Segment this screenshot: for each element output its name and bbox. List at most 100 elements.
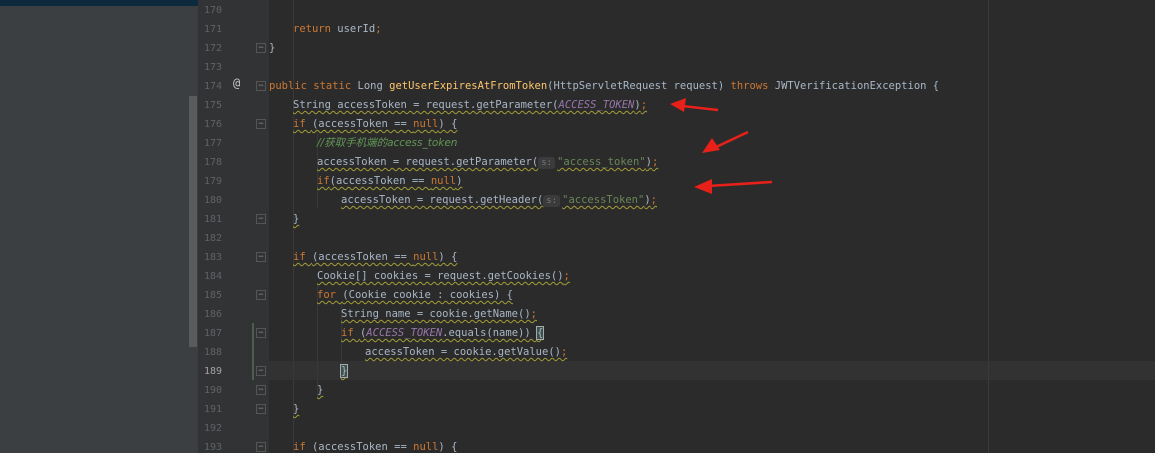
code-token: "access_token" — [557, 156, 646, 168]
editor-gutter[interactable]: 170 171 172 − 173 174 − 175 176 − 177 178 179 180 181 −… — [199, 0, 269, 453]
gutter-row[interactable]: 185 − — [199, 286, 269, 305]
fold-minus-icon[interactable]: − — [256, 442, 266, 452]
gutter-row[interactable]: 180 — [199, 191, 269, 210]
code-line[interactable]: } — [269, 39, 275, 58]
code-line[interactable]: accessToken = request.getHeader(s: "acces… — [341, 191, 657, 210]
code-token: JWTVerificationException { — [774, 80, 940, 92]
code-text: accessToken = request.getParameter(s: "ac… — [317, 156, 659, 169]
gutter-row[interactable]: 183 − — [199, 248, 269, 267]
code-text: Cookie[] cookies = request.getCookies(); — [317, 270, 570, 282]
fold-minus-icon[interactable]: − — [256, 43, 266, 53]
code-text: if(accessToken == null) — [317, 175, 462, 187]
gutter-row[interactable]: 177 — [199, 134, 269, 153]
code-token: } — [269, 42, 276, 54]
code-line[interactable]: } — [339, 362, 349, 381]
gutter-row[interactable]: 178 — [199, 153, 269, 172]
line-number: 172 — [203, 43, 222, 54]
code-line[interactable]: } — [317, 381, 323, 400]
line-number: 189 — [203, 366, 222, 377]
gutter-row[interactable]: 182 — [199, 229, 269, 248]
code-line[interactable]: String accessToken = request.getParamete… — [293, 96, 647, 115]
line-number: 187 — [203, 328, 222, 339]
gutter-row[interactable]: 186 — [199, 305, 269, 324]
line-number: 175 — [203, 100, 222, 111]
code-line[interactable]: } — [293, 210, 299, 229]
at-sign-icon[interactable]: @ — [233, 76, 240, 90]
code-token: for — [317, 289, 343, 301]
fold-minus-icon[interactable]: − — [256, 366, 266, 376]
code-line[interactable]: accessToken = cookie.getValue(); — [365, 343, 567, 362]
code-line[interactable]: if (ACCESS_TOKEN.equals(name)) { — [341, 324, 545, 343]
gutter-row[interactable]: 187 − — [199, 324, 269, 343]
code-text: } — [293, 403, 299, 415]
code-line[interactable]: String name = cookie.getName(); — [341, 305, 537, 324]
gutter-row[interactable]: 173 — [199, 58, 269, 77]
code-text: accessToken = cookie.getValue(); — [365, 346, 567, 358]
line-number: 180 — [203, 195, 222, 206]
code-text: public static Long getUserExpiresAtFromT… — [269, 80, 939, 92]
gutter-row[interactable]: 192 — [199, 419, 269, 438]
gutter-row[interactable]: 179 — [199, 172, 269, 191]
code-line[interactable]: public static Long getUserExpiresAtFromT… — [269, 77, 939, 96]
code-text: if (accessToken == null) { — [293, 251, 457, 263]
code-token: ) { — [438, 251, 458, 263]
code-line[interactable]: if (accessToken == null) { — [293, 438, 457, 453]
code-text: } — [317, 384, 323, 396]
code-line[interactable]: if(accessToken == null) — [317, 172, 462, 191]
fold-minus-icon[interactable]: − — [256, 385, 266, 395]
code-line[interactable]: Cookie[] cookies = request.getCookies(); — [317, 267, 570, 286]
code-token: //获取手机端的access_token — [317, 137, 458, 149]
code-text: return userId; — [293, 23, 382, 35]
selected-tree-row[interactable] — [0, 0, 198, 6]
gutter-row[interactable]: 189 − — [199, 362, 269, 381]
line-number: 182 — [203, 233, 222, 244]
fold-minus-icon[interactable]: − — [256, 81, 266, 91]
gutter-row[interactable]: 181 − — [199, 210, 269, 229]
code-text: String name = cookie.getName(); — [341, 308, 537, 320]
code-line[interactable]: return userId; — [293, 20, 382, 39]
code-token: String accessToken = request.getParamete… — [293, 99, 559, 111]
gutter-row[interactable]: 171 — [199, 20, 269, 39]
fold-minus-icon[interactable]: − — [256, 404, 266, 414]
gutter-row[interactable]: 172 − — [199, 39, 269, 58]
code-line[interactable]: if (accessToken == null) { — [293, 248, 457, 267]
right-margin-guide — [988, 0, 989, 453]
fold-minus-icon[interactable]: − — [256, 119, 266, 129]
project-panel[interactable] — [0, 0, 198, 453]
parameter-hint: s: — [543, 195, 561, 207]
code-token: ACCESS_TOKEN — [366, 327, 443, 339]
code-token: if — [317, 175, 330, 187]
fold-minus-icon[interactable]: − — [256, 214, 266, 224]
code-line[interactable]: //获取手机端的access_token — [317, 134, 457, 153]
gutter-row[interactable]: 190 − — [199, 381, 269, 400]
code-line[interactable]: for (Cookie cookie : cookies) { — [317, 286, 513, 305]
code-token: ) { — [438, 441, 458, 453]
gutter-row[interactable]: 184 — [199, 267, 269, 286]
gutter-row[interactable]: 188 — [199, 343, 269, 362]
gutter-row[interactable]: 170 — [199, 1, 269, 20]
gutter-row[interactable]: 191 − — [199, 400, 269, 419]
fold-minus-icon[interactable]: − — [256, 290, 266, 300]
gutter-row[interactable]: 175 — [199, 96, 269, 115]
code-line[interactable]: accessToken = request.getParameter(s: "ac… — [317, 153, 658, 172]
code-token: ; — [530, 308, 537, 320]
code-token: if — [293, 441, 312, 453]
project-panel-scrollbar[interactable] — [189, 96, 197, 347]
line-number: 177 — [203, 138, 222, 149]
code-token: "accessToken" — [562, 194, 645, 206]
fold-minus-icon[interactable]: − — [256, 328, 266, 338]
gutter-row[interactable]: 176 − — [199, 115, 269, 134]
fold-minus-icon[interactable]: − — [256, 252, 266, 262]
code-line[interactable]: if (accessToken == null) { — [293, 115, 457, 134]
code-token: (HttpServletRequest request) — [547, 80, 731, 92]
code-token: } — [317, 384, 324, 396]
code-editor[interactable]: return userId;} public static Long getUse… — [269, 0, 1155, 453]
line-number: 188 — [203, 347, 222, 358]
line-number: 181 — [203, 214, 222, 225]
code-token: null — [413, 441, 439, 453]
code-token: ; — [651, 156, 659, 168]
gutter-row[interactable]: 193 − — [199, 438, 269, 453]
vcs-change-marker[interactable] — [252, 323, 254, 380]
code-token: ; — [640, 99, 648, 111]
code-line[interactable]: } — [293, 400, 299, 419]
